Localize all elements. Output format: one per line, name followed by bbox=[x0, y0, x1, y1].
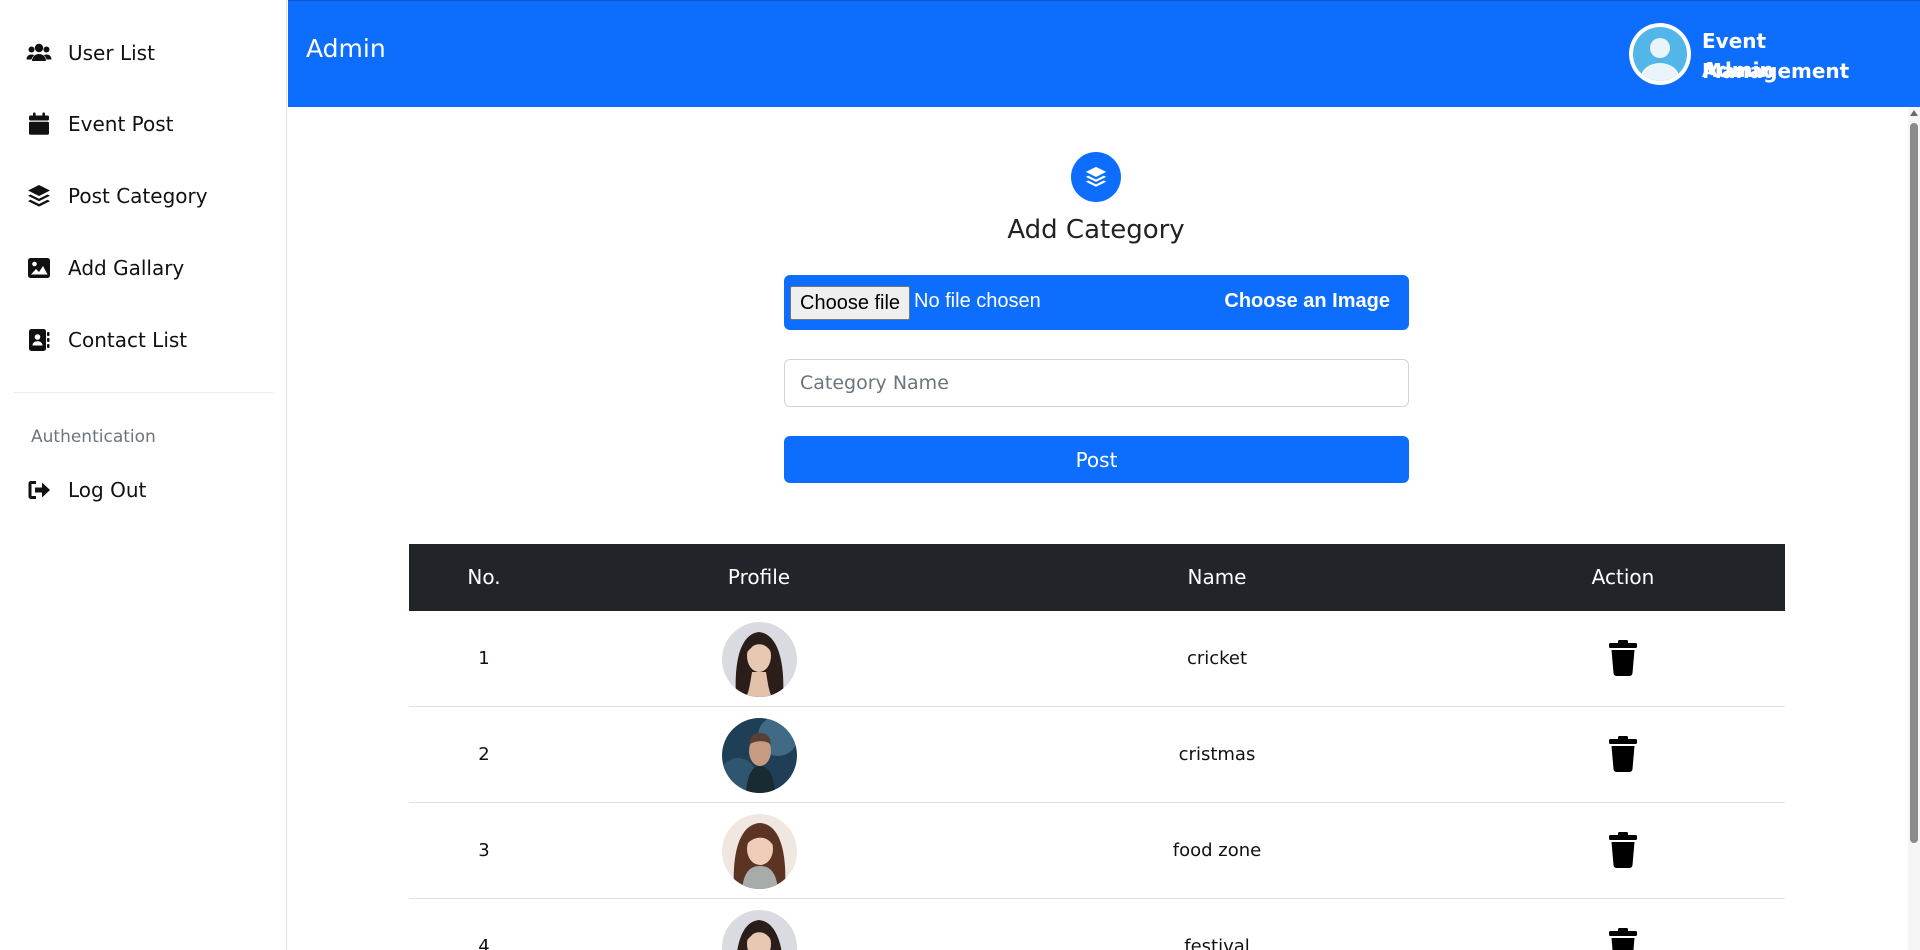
sidebar-item-user-list[interactable]: User List bbox=[26, 33, 155, 73]
calendar-icon bbox=[26, 111, 52, 137]
section-title-authentication: Authentication bbox=[31, 427, 156, 447]
row-number: 1 bbox=[478, 648, 490, 669]
row-number: 3 bbox=[478, 840, 490, 861]
category-name: cricket bbox=[1186, 648, 1248, 669]
user-role: Admin bbox=[1702, 58, 1774, 82]
profile-photo bbox=[722, 814, 797, 889]
trash-icon[interactable] bbox=[1609, 832, 1637, 868]
file-status: No file chosen bbox=[914, 290, 1041, 312]
category-name: cristmas bbox=[1178, 744, 1256, 765]
table-header: No. Profile Name Action bbox=[409, 544, 1785, 611]
column-header-name: Name bbox=[1187, 565, 1247, 589]
form-title: Add Category bbox=[1007, 215, 1185, 245]
profile-photo bbox=[722, 718, 797, 793]
layers-icon bbox=[1071, 152, 1121, 202]
profile-photo bbox=[722, 622, 797, 697]
choose-file-button[interactable]: Choose file bbox=[790, 286, 911, 320]
table-row: 2 cristmas bbox=[409, 707, 1785, 803]
table-row: 4 festival bbox=[409, 899, 1785, 950]
sidebar-item-label: Post Category bbox=[68, 184, 208, 208]
profile-photo bbox=[722, 910, 797, 950]
column-header-no: No. bbox=[467, 565, 501, 589]
category-name: food zone bbox=[1172, 840, 1262, 861]
row-number: 4 bbox=[478, 936, 490, 950]
sidebar-item-log-out[interactable]: Log Out bbox=[26, 470, 146, 510]
sidebar-item-contact-list[interactable]: Contact List bbox=[26, 320, 187, 360]
category-name: festival bbox=[1184, 936, 1250, 950]
brand-title: Admin bbox=[306, 34, 386, 63]
sidebar-item-label: Contact List bbox=[68, 328, 188, 352]
top-header: Admin Event Management Admin bbox=[288, 0, 1920, 107]
category-name-input[interactable] bbox=[784, 359, 1409, 407]
table-row: 1 cricket bbox=[409, 611, 1785, 707]
address-book-icon bbox=[26, 327, 52, 353]
sidebar-divider bbox=[14, 392, 273, 393]
scrollbar-thumb[interactable] bbox=[1910, 123, 1918, 843]
sidebar: User List Event Post Post Category Add G… bbox=[0, 0, 287, 950]
post-button[interactable]: Post bbox=[784, 436, 1409, 483]
trash-icon[interactable] bbox=[1609, 640, 1637, 676]
trash-icon[interactable] bbox=[1609, 736, 1637, 772]
scroll-up-arrow-icon[interactable] bbox=[1910, 110, 1918, 116]
sidebar-item-event-post[interactable]: Event Post bbox=[26, 104, 174, 144]
sidebar-item-add-gallary[interactable]: Add Gallary bbox=[26, 248, 184, 288]
row-number: 2 bbox=[478, 744, 490, 765]
sidebar-item-label: Event Post bbox=[68, 112, 174, 136]
sidebar-item-post-category[interactable]: Post Category bbox=[26, 176, 208, 216]
layers-icon bbox=[26, 183, 52, 209]
file-hint-label: Choose an Image bbox=[1224, 290, 1390, 312]
sidebar-item-label: Add Gallary bbox=[68, 256, 185, 280]
sidebar-item-label: Log Out bbox=[68, 478, 147, 502]
users-icon bbox=[26, 40, 52, 66]
column-header-action: Action bbox=[1591, 565, 1655, 589]
trash-icon[interactable] bbox=[1609, 928, 1637, 950]
sign-out-icon bbox=[26, 477, 52, 503]
table-row: 3 food zone bbox=[409, 803, 1785, 899]
user-avatar-icon bbox=[1633, 27, 1687, 81]
file-upload-field[interactable]: Choose file No file chosen Choose an Ima… bbox=[784, 275, 1409, 330]
column-header-profile: Profile bbox=[727, 565, 791, 589]
main-content: Add Category Choose file No file chosen … bbox=[288, 107, 1908, 950]
sidebar-item-label: User List bbox=[68, 41, 155, 65]
image-icon bbox=[26, 255, 52, 281]
avatar[interactable] bbox=[1629, 23, 1691, 85]
